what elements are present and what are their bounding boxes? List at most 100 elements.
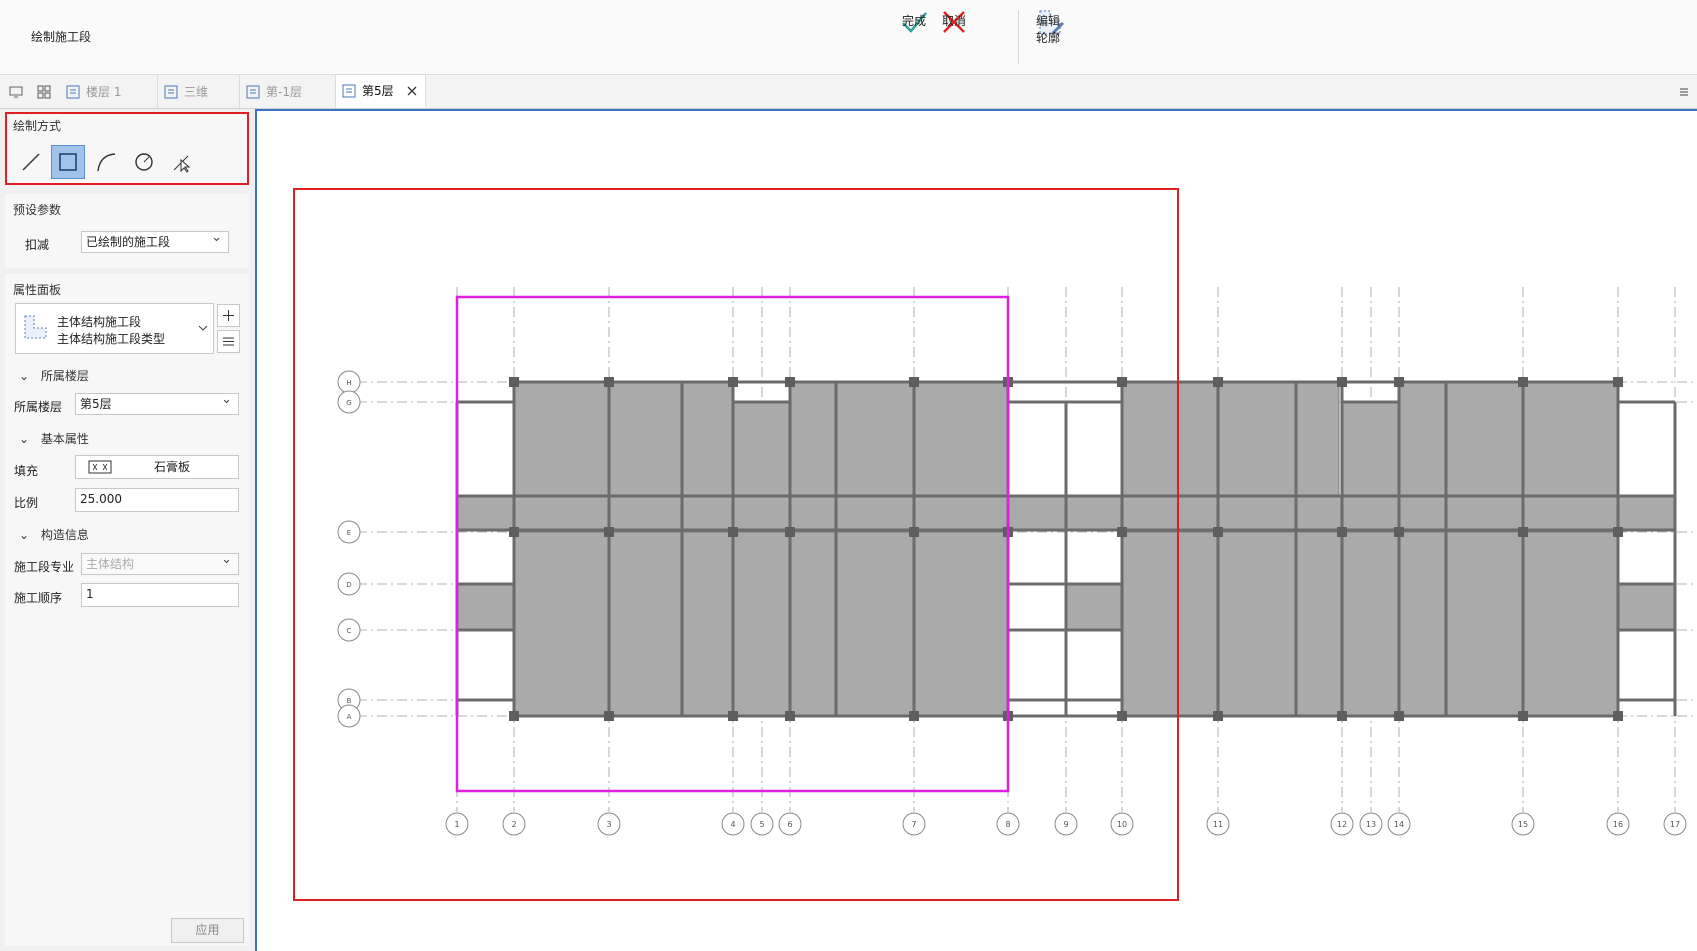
draw-circle-button[interactable] bbox=[127, 145, 161, 179]
column bbox=[728, 711, 738, 721]
pick-button[interactable] bbox=[165, 145, 199, 179]
column bbox=[1518, 711, 1528, 721]
draw-mode-title: 绘制方式 bbox=[13, 119, 62, 133]
settings-list-icon bbox=[223, 337, 234, 346]
fill-pattern-icon bbox=[88, 460, 112, 474]
group-basic-title: 基本属性 bbox=[40, 432, 89, 446]
column bbox=[1213, 377, 1223, 387]
scale-label: 比例 bbox=[14, 496, 39, 510]
axis-label: G bbox=[346, 399, 351, 407]
column bbox=[909, 527, 919, 537]
fill-value: 石膏板 bbox=[154, 460, 191, 474]
tab-label: 第-1层 bbox=[266, 85, 302, 99]
slab bbox=[1065, 583, 1123, 631]
column bbox=[509, 711, 519, 721]
fill-label: 填充 bbox=[14, 464, 39, 478]
add-type-button[interactable] bbox=[217, 304, 240, 327]
tab-label: 三维 bbox=[184, 85, 209, 99]
axis-label: B bbox=[347, 697, 352, 705]
slab bbox=[1617, 583, 1676, 631]
group-floor-header[interactable]: ⌄ 所属楼层 bbox=[19, 367, 89, 384]
slab bbox=[456, 583, 515, 631]
deduct-select[interactable]: 已绘制的施工段 bbox=[81, 228, 229, 253]
column bbox=[1518, 377, 1528, 387]
axis-label: C bbox=[347, 627, 352, 635]
column bbox=[1394, 527, 1404, 537]
plus-icon bbox=[223, 310, 234, 321]
group-basic-header[interactable]: ⌄ 基本属性 bbox=[19, 430, 89, 447]
chevron-down-icon: ⌄ bbox=[19, 528, 30, 542]
order-input[interactable]: 1 bbox=[81, 583, 239, 607]
circle-icon bbox=[135, 153, 153, 171]
rectangle-icon bbox=[59, 153, 77, 171]
chevron-down-icon: ⌄ bbox=[19, 369, 30, 383]
toolbar-divider bbox=[1018, 10, 1019, 64]
column bbox=[1213, 711, 1223, 721]
axis-label: 8 bbox=[1005, 820, 1010, 829]
type-name: 主体结构施工段 bbox=[57, 315, 142, 329]
specialty-label: 施工段专业 bbox=[14, 560, 75, 574]
tab-3d[interactable]: 三维 bbox=[158, 75, 240, 108]
type-selector[interactable]: 主体结构施工段 主体结构施工段类型 bbox=[15, 303, 214, 354]
chevron-down-icon: ⌄ bbox=[19, 432, 30, 446]
column bbox=[1337, 377, 1347, 387]
axis-label: 15 bbox=[1518, 820, 1528, 829]
column bbox=[1337, 711, 1347, 721]
finish-label: 完成 bbox=[901, 14, 926, 28]
column bbox=[728, 527, 738, 537]
cancel-button[interactable]: 取消 bbox=[940, 8, 968, 36]
axis-label: A bbox=[347, 713, 352, 721]
axis-label: 17 bbox=[1670, 820, 1680, 829]
fill-field[interactable]: 石膏板 bbox=[75, 455, 239, 479]
column bbox=[1518, 527, 1528, 537]
property-title: 属性面板 bbox=[13, 283, 62, 297]
column bbox=[1613, 711, 1623, 721]
line-icon bbox=[22, 153, 40, 171]
axis-label: 5 bbox=[759, 820, 764, 829]
draw-rectangle-button[interactable] bbox=[51, 145, 85, 179]
menu-icon[interactable] bbox=[1676, 84, 1692, 100]
tab-floor1[interactable]: 楼层 1 bbox=[60, 75, 158, 108]
page-title: 绘制施工段 bbox=[31, 30, 92, 44]
arc-icon bbox=[97, 153, 116, 172]
axis-label: D bbox=[346, 581, 351, 589]
axis-label: 10 bbox=[1117, 820, 1127, 829]
monitor-icon[interactable] bbox=[8, 84, 24, 100]
toolbar: 绘制施工段 完成 取消 编辑轮廓 bbox=[0, 0, 1697, 75]
floor-select[interactable]: 第5层 bbox=[75, 390, 239, 415]
draw-line-button[interactable] bbox=[14, 145, 48, 179]
column bbox=[1213, 527, 1223, 537]
order-label: 施工顺序 bbox=[14, 591, 63, 605]
column bbox=[604, 527, 614, 537]
close-tab-icon[interactable] bbox=[406, 85, 418, 97]
axis-label: 14 bbox=[1394, 820, 1404, 829]
column bbox=[1117, 711, 1127, 721]
floor-plan-drawing[interactable]: 1 2 3 4 5 6 7 8 9 10 11 12 13 14 15 16 17HGEDCBA bbox=[257, 111, 1697, 951]
plan-view-icon bbox=[342, 84, 356, 97]
chevron-down-icon bbox=[198, 325, 208, 331]
column bbox=[604, 711, 614, 721]
column bbox=[509, 377, 519, 387]
axis-label: 13 bbox=[1366, 820, 1376, 829]
tab-label: 楼层 1 bbox=[86, 85, 122, 99]
drawing-canvas[interactable]: 1 2 3 4 5 6 7 8 9 10 11 12 13 14 15 16 17 H G E D C B A bbox=[255, 109, 1697, 951]
finish-button[interactable]: 完成 bbox=[900, 8, 928, 36]
type-settings-button[interactable] bbox=[217, 330, 240, 353]
edit-outline-button[interactable]: 编辑轮廓 bbox=[1036, 8, 1066, 45]
cancel-label: 取消 bbox=[941, 14, 966, 28]
draw-arc-button[interactable] bbox=[89, 145, 123, 179]
tab-floor-minus1[interactable]: 第-1层 bbox=[240, 75, 336, 108]
grid-icon[interactable] bbox=[36, 84, 52, 100]
axis-label: E bbox=[347, 529, 351, 537]
deduct-label: 扣减 bbox=[25, 238, 50, 252]
tab-floor5[interactable]: 第5层 bbox=[336, 75, 426, 108]
apply-button[interactable]: 应用 bbox=[171, 918, 244, 943]
column bbox=[1117, 527, 1127, 537]
axis-label: 7 bbox=[911, 820, 916, 829]
axis-label: 4 bbox=[730, 820, 735, 829]
axis-label: 2 bbox=[511, 820, 516, 829]
scale-input[interactable]: 25.000 bbox=[75, 488, 239, 512]
plan-view-icon bbox=[246, 85, 260, 98]
group-construct-header[interactable]: ⌄ 构造信息 bbox=[19, 526, 89, 543]
axis-label: 16 bbox=[1613, 820, 1623, 829]
